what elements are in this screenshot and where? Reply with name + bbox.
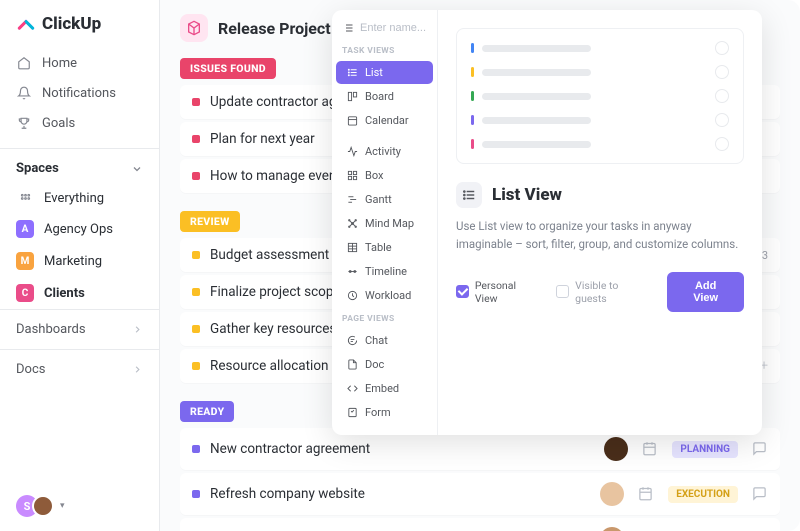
board-icon — [346, 91, 358, 103]
grid-icon — [16, 192, 34, 205]
task-tag[interactable]: EXECUTION — [668, 486, 738, 503]
view-option-table[interactable]: Table — [336, 236, 433, 259]
assignee-avatar[interactable] — [600, 482, 624, 506]
status-square-icon — [192, 172, 200, 180]
assignee-avatar[interactable] — [604, 437, 628, 461]
clickup-logo-icon — [16, 14, 36, 34]
space-badge: C — [16, 284, 34, 302]
status-pill[interactable]: READY — [180, 401, 234, 422]
user-switcher[interactable]: S ▾ — [0, 481, 159, 531]
brand-name: ClickUp — [42, 14, 101, 34]
space-item-clients[interactable]: C Clients — [0, 277, 159, 309]
view-option-calendar[interactable]: Calendar — [336, 109, 433, 132]
nav-notifications[interactable]: Notifications — [0, 78, 159, 108]
embed-icon — [346, 383, 358, 395]
chevron-right-icon — [132, 364, 143, 375]
box-icon — [346, 170, 358, 182]
page-views-label: PAGE VIEWS — [332, 308, 437, 328]
brand-logo[interactable]: ClickUp — [0, 0, 159, 44]
trophy-icon — [16, 115, 32, 131]
comment-icon[interactable] — [752, 486, 768, 502]
list-icon — [346, 67, 358, 79]
view-option-box[interactable]: Box — [336, 164, 433, 187]
nav-goals[interactable]: Goals — [0, 108, 159, 138]
status-square-icon — [192, 98, 200, 106]
user-avatar-photo — [32, 495, 54, 517]
space-item-agency-ops[interactable]: A Agency Ops — [0, 213, 159, 245]
table-icon — [346, 242, 358, 254]
assignee-avatar[interactable] — [600, 527, 624, 531]
task-tag[interactable]: PLANNING — [672, 441, 738, 458]
nav-docs[interactable]: Docs — [0, 349, 159, 389]
status-square-icon — [192, 135, 200, 143]
comment-icon[interactable] — [752, 441, 768, 457]
task-views-label: TASK VIEWS — [332, 40, 437, 60]
view-option-workload[interactable]: Workload — [336, 284, 433, 307]
view-option-chat[interactable]: Chat — [336, 329, 433, 352]
status-square-icon — [192, 445, 200, 453]
home-icon — [16, 55, 32, 71]
task-row[interactable]: Refresh company website EXECUTION — [180, 473, 780, 515]
view-detail-panel: List View Use List view to organize your… — [438, 10, 762, 435]
caret-down-icon: ▾ — [60, 501, 65, 511]
status-pill[interactable]: ISSUES FOUND — [180, 58, 276, 79]
form-icon — [346, 407, 358, 419]
status-square-icon — [192, 490, 200, 498]
subtask-count: 3 — [762, 249, 768, 262]
spaces-header[interactable]: Spaces — [0, 148, 159, 184]
status-square-icon — [192, 362, 200, 370]
view-option-mind-map[interactable]: Mind Map — [336, 212, 433, 235]
space-badge: A — [16, 220, 34, 238]
status-square-icon — [192, 288, 200, 296]
status-square-icon — [192, 251, 200, 259]
view-option-activity[interactable]: Activity — [336, 140, 433, 163]
workload-icon — [346, 290, 358, 302]
task-title: Refresh company website — [210, 486, 590, 502]
activity-icon — [346, 146, 358, 158]
chevron-right-icon — [132, 324, 143, 335]
checkbox-checked-icon — [456, 285, 469, 298]
sidebar: ClickUp Home Notifications Goals Spaces … — [0, 0, 160, 531]
calendar-icon[interactable] — [638, 486, 654, 502]
chat-icon — [346, 335, 358, 347]
timeline-icon — [346, 266, 358, 278]
bell-icon — [16, 85, 32, 101]
personal-view-checkbox[interactable]: Personal View — [456, 279, 540, 305]
view-option-form[interactable]: Form — [336, 401, 433, 424]
task-title: New contractor agreement — [210, 441, 594, 457]
calendar-icon — [346, 115, 358, 127]
view-option-list[interactable]: List — [336, 61, 433, 84]
view-detail-description: Use List view to organize your tasks in … — [456, 218, 744, 254]
view-name-input[interactable] — [360, 22, 427, 34]
view-option-doc[interactable]: Doc — [336, 353, 433, 376]
add-view-button[interactable]: Add View — [667, 272, 744, 312]
view-type-list: TASK VIEWS List Board Calendar Activity … — [332, 10, 438, 435]
nav-home[interactable]: Home — [0, 48, 159, 78]
status-square-icon — [192, 325, 200, 333]
mind-map-icon — [346, 218, 358, 230]
status-pill[interactable]: REVIEW — [180, 211, 240, 232]
view-detail-title: List View — [492, 185, 562, 205]
space-everything[interactable]: Everything — [0, 184, 159, 213]
task-row[interactable]: Update key objectives 5 EXECUTION — [180, 518, 780, 531]
space-badge: M — [16, 252, 34, 270]
view-option-board[interactable]: Board — [336, 85, 433, 108]
view-preview — [456, 28, 744, 164]
view-option-gantt[interactable]: Gantt — [336, 188, 433, 211]
doc-icon — [346, 359, 358, 371]
space-item-marketing[interactable]: M Marketing — [0, 245, 159, 277]
project-title: Release Project — [218, 19, 331, 38]
list-view-icon — [456, 182, 482, 208]
view-option-embed[interactable]: Embed — [336, 377, 433, 400]
view-option-timeline[interactable]: Timeline — [336, 260, 433, 283]
project-icon — [180, 14, 208, 42]
visible-guests-checkbox[interactable]: Visible to guests — [556, 279, 651, 305]
view-creator-popover: TASK VIEWS List Board Calendar Activity … — [332, 10, 762, 435]
chevron-down-icon — [131, 163, 143, 175]
gantt-icon — [346, 194, 358, 206]
checkbox-icon — [556, 285, 569, 298]
calendar-icon[interactable] — [642, 441, 658, 457]
list-icon — [342, 22, 354, 34]
nav-dashboards[interactable]: Dashboards — [0, 309, 159, 349]
